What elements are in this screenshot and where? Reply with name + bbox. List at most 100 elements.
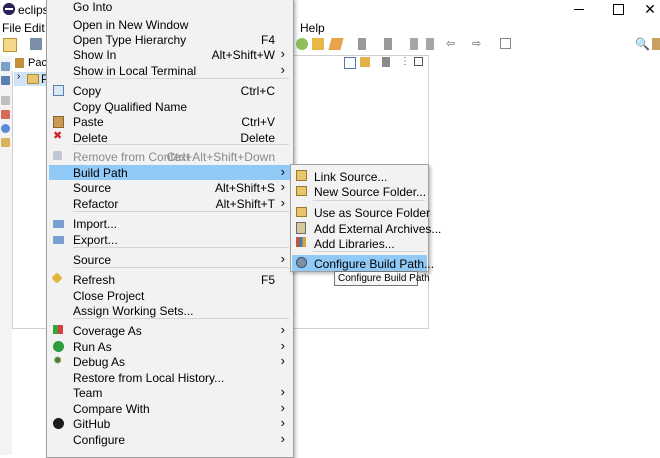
- menu-item-label: Open in New Window: [73, 18, 189, 32]
- add-archive-icon: [296, 222, 306, 234]
- menu-item-label: Close Project: [73, 289, 145, 303]
- new-icon[interactable]: [3, 38, 17, 52]
- forward-arrow-icon[interactable]: ⇨: [472, 38, 484, 50]
- menu-item-accelerator: F4: [260, 33, 275, 47]
- menu-item-label: Source: [73, 181, 112, 195]
- remove-context-icon: [53, 151, 62, 160]
- menu-item-refactor[interactable]: Refactor Alt+Shift+T ›: [49, 195, 291, 211]
- menu-item-build-path[interactable]: Build Path ›: [49, 164, 291, 180]
- submenu-item-configure-build-path[interactable]: Configure Build Path...: [292, 255, 434, 271]
- menu-item-label: Assign Working Sets...: [73, 304, 194, 318]
- maximize-button[interactable]: [608, 1, 628, 17]
- perspective-icon[interactable]: [652, 38, 660, 50]
- menu-item-show-in-local-terminal[interactable]: Show in Local Terminal ›: [49, 62, 291, 78]
- close-button[interactable]: ✕: [641, 1, 659, 17]
- submenu-item-label: Link Source...: [314, 170, 388, 184]
- chevron-right-icon[interactable]: ›: [17, 71, 20, 82]
- open-type-icon[interactable]: [312, 38, 324, 50]
- submenu-arrow-icon: ›: [280, 353, 285, 368]
- menu-item-delete[interactable]: ✖ Delete Delete: [49, 130, 291, 146]
- view-menu-icon[interactable]: ⋮: [400, 57, 410, 67]
- declaration-icon[interactable]: [1, 138, 10, 147]
- eclipse-logo-icon: [3, 3, 15, 15]
- menu-item-configure[interactable]: Configure ›: [49, 431, 291, 447]
- menu-item-copy[interactable]: Copy Ctrl+C: [49, 83, 291, 98]
- menu-separator: [313, 200, 425, 201]
- delete-icon: ✖: [53, 130, 63, 142]
- problems-icon[interactable]: [1, 110, 10, 119]
- link-editor-icon[interactable]: [360, 57, 370, 67]
- package-explorer-tab[interactable]: Pack: [12, 55, 52, 71]
- submenu-item-link-source[interactable]: Link Source...: [292, 168, 427, 184]
- menu-item-run-as[interactable]: Run As ›: [49, 338, 291, 354]
- menu-item-label: Team: [73, 386, 103, 400]
- menu-item-github[interactable]: GitHub ›: [49, 415, 291, 431]
- menu-item-export[interactable]: Export...: [49, 232, 291, 247]
- package-explorer-icon[interactable]: [1, 76, 10, 85]
- last-edit-icon[interactable]: [410, 38, 418, 50]
- back-nav-icon[interactable]: [426, 38, 434, 50]
- menu-item-open-in-new-window[interactable]: Open in New Window: [49, 17, 291, 32]
- menu-help[interactable]: Help: [300, 21, 325, 35]
- menu-item-paste[interactable]: Paste Ctrl+V: [49, 114, 291, 129]
- menu-item-team[interactable]: Team ›: [49, 384, 291, 400]
- menu-item-label: Refactor: [73, 197, 119, 211]
- submenu-item-add-libraries[interactable]: Add Libraries...: [292, 235, 427, 251]
- save-icon[interactable]: [30, 38, 42, 50]
- menu-separator: [73, 211, 289, 212]
- back-arrow-icon[interactable]: ⇦: [446, 38, 458, 50]
- refresh-icon: [51, 272, 63, 284]
- menu-item-label: Go Into: [73, 0, 113, 14]
- menu-item-accelerator: Alt+Shift+T: [215, 197, 275, 211]
- submenu-item-new-source-folder[interactable]: New Source Folder...: [292, 183, 427, 199]
- menu-item-compare-with[interactable]: Compare With ›: [49, 400, 291, 416]
- debug-icon: ✹: [53, 355, 63, 367]
- submenu-item-use-as-source-folder[interactable]: Use as Source Folder: [292, 204, 431, 220]
- context-menu: Go Into Open in New Window Open Type Hiera…: [46, 0, 294, 458]
- menu-item-source[interactable]: Source ›: [49, 251, 291, 267]
- menu-item-assign-working-sets[interactable]: Assign Working Sets...: [49, 303, 291, 318]
- menu-item-import[interactable]: Import...: [49, 216, 291, 231]
- menu-item-accelerator: Alt+Shift+S: [214, 181, 275, 195]
- search-icon[interactable]: 🔍: [635, 38, 650, 50]
- minimize-button[interactable]: [569, 1, 589, 17]
- menu-edit[interactable]: Edit: [24, 21, 45, 35]
- menu-item-refresh[interactable]: Refresh F5: [49, 272, 291, 287]
- menu-item-label: Export...: [73, 233, 118, 247]
- menu-item-remove-from-context[interactable]: Remove from Context Ctrl+Alt+Shift+Down: [49, 149, 291, 164]
- annotation-next-icon[interactable]: [358, 38, 366, 50]
- submenu-item-label: Add Libraries...: [314, 237, 395, 251]
- collapse-all-icon[interactable]: [344, 57, 356, 69]
- pin-editor-icon[interactable]: [500, 38, 511, 49]
- restore-view-icon[interactable]: [1, 62, 10, 71]
- javadoc-icon[interactable]: [1, 124, 10, 133]
- copy-icon: [53, 85, 64, 96]
- filter-icon[interactable]: [382, 57, 390, 67]
- menu-separator: [73, 247, 289, 248]
- submenu-item-add-external-archives[interactable]: Add External Archives...: [292, 220, 441, 236]
- menu-item-accelerator: F5: [260, 273, 275, 287]
- submenu-arrow-icon: ›: [280, 338, 285, 353]
- build-path-submenu: Link Source... New Source Folder... Use as…: [290, 164, 441, 272]
- submenu-arrow-icon: ›: [280, 431, 285, 446]
- menu-item-source[interactable]: Source Alt+Shift+S ›: [49, 179, 291, 195]
- menu-item-label: Build Path: [73, 166, 128, 180]
- link-source-icon: [296, 170, 307, 181]
- submenu-item-label: Use as Source Folder: [314, 206, 431, 220]
- menu-item-label: Refresh: [73, 273, 116, 287]
- menu-item-go-into[interactable]: Go Into: [49, 0, 291, 14]
- menu-item-debug-as[interactable]: ✹ Debug As ›: [49, 353, 291, 369]
- paste-icon: [53, 116, 64, 128]
- new-java-project-icon[interactable]: [296, 38, 308, 50]
- menu-item-coverage-as[interactable]: Coverage As ›: [49, 322, 291, 338]
- menu-item-close-project[interactable]: Close Project: [49, 288, 291, 303]
- search-tool-icon[interactable]: [328, 38, 344, 50]
- menu-item-open-type-hierarchy[interactable]: Open Type Hierarchy F4: [49, 32, 291, 47]
- annotation-prev-icon[interactable]: [384, 38, 392, 50]
- maximize-view-icon[interactable]: [414, 57, 423, 66]
- outline-icon[interactable]: [1, 96, 10, 105]
- menu-file[interactable]: File: [2, 21, 21, 35]
- menu-item-restore-from-local-history[interactable]: Restore from Local History...: [49, 370, 291, 385]
- menu-item-copy-qualified-name[interactable]: Copy Qualified Name: [49, 99, 291, 114]
- menu-item-show-in[interactable]: Show In Alt+Shift+W ›: [49, 46, 291, 62]
